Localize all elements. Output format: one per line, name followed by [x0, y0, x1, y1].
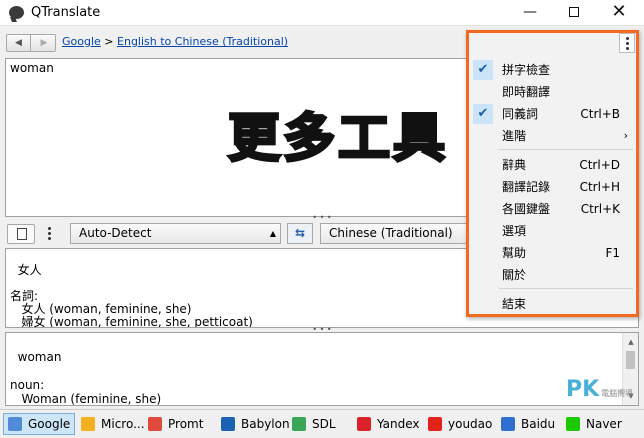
more-tools-menu: ✔ 拼字檢查即時翻譯 ✔ 同義詞 Ctrl+B 進階 › 辭典 Ctrl+D 翻譯記錄 Ctrl+H… [466, 30, 639, 317]
menu-item-label: 幫助 [502, 246, 527, 260]
back-arrow-icon[interactable]: ◀ [7, 35, 31, 51]
service-youdao[interactable]: youdao [423, 413, 495, 435]
menu-item-label: 選項 [502, 224, 527, 238]
menu-item-0[interactable]: ✔ 拼字檢查 [469, 59, 636, 81]
scroll-up-icon[interactable]: ▲ [623, 335, 638, 349]
naver-icon [566, 417, 580, 431]
source-language-select[interactable]: Auto-Detect ▲▼ [70, 223, 281, 257]
menu-item-label: 拼字檢查 [502, 63, 551, 77]
target-language-value: Chinese (Traditional) [329, 226, 453, 240]
babylon-icon [221, 417, 235, 431]
promt-icon [148, 417, 162, 431]
menu-item-label: 結束 [502, 297, 527, 311]
translation-result-text: 女人 名詞: 女人 (woman, feminine, she) 婦女 (wom… [10, 263, 253, 328]
service-yandex[interactable]: Yandex [352, 413, 422, 435]
menu-separator [499, 288, 633, 289]
menu-item-shortcut: Ctrl+H [579, 180, 620, 194]
service-label: Micro... [101, 417, 145, 431]
yandex-icon [357, 417, 371, 431]
bing-icon [81, 417, 95, 431]
service-micro[interactable]: Micro... [76, 413, 145, 435]
document-icon [17, 228, 27, 240]
breadcrumb-service-link[interactable]: Google [62, 35, 101, 48]
back-translation-text: woman noun: Woman (feminine, she) Woman … [10, 350, 162, 406]
menu-item-shortcut: Ctrl+K [580, 202, 620, 216]
new-document-button[interactable] [7, 224, 35, 244]
service-label: Google [28, 417, 71, 431]
service-babylon[interactable]: Babylon [216, 413, 290, 435]
baidu-icon [501, 417, 515, 431]
service-naver[interactable]: Naver [561, 413, 631, 435]
qtranslate-app-icon [9, 6, 24, 19]
source-text: woman [10, 61, 54, 75]
options-dots-icon[interactable] [44, 225, 54, 243]
swap-icon: ⇆ [294, 226, 306, 240]
menu-item-3[interactable]: 進階 › [469, 125, 636, 147]
menu-item-label: 辭典 [502, 158, 527, 172]
title-bar: QTranslate — ✕ [0, 0, 644, 26]
maximize-button[interactable] [552, 0, 596, 26]
watermark-logo: PK 電腦嚮導 [566, 377, 634, 402]
close-button[interactable]: ✕ [597, 0, 641, 26]
breadcrumb-separator: > [104, 35, 114, 48]
service-label: Naver [586, 417, 622, 431]
breadcrumb: Google > English to Chinese (Traditional… [62, 35, 288, 48]
back-translation-area[interactable]: woman noun: Woman (feminine, she) Woman … [5, 332, 639, 406]
forward-arrow-icon[interactable]: ▶ [32, 35, 56, 51]
history-navigation: ◀ ▶ [6, 34, 56, 52]
service-label: Promt [168, 417, 204, 431]
menu-item-2[interactable]: ✔ 同義詞 Ctrl+B [469, 103, 636, 125]
menu-item-7[interactable]: 選項 [469, 220, 636, 242]
checkmark-icon: ✔ [473, 60, 493, 80]
overlay-caption: 更多工具 [226, 108, 449, 171]
menu-item-1[interactable]: 即時翻譯 [469, 81, 636, 103]
menu-item-8[interactable]: 幫助 F1 [469, 242, 636, 264]
menu-item-label: 翻譯記錄 [502, 180, 551, 194]
menu-dots-button[interactable] [619, 33, 635, 53]
youdao-icon [428, 417, 442, 431]
services-bar: Google Micro... Promt Babylon SDL Yandex youda… [0, 409, 644, 438]
menu-separator [499, 149, 633, 150]
maximize-icon [569, 7, 579, 17]
scroll-thumb[interactable] [626, 351, 635, 369]
menu-item-label: 即時翻譯 [502, 85, 551, 99]
submenu-arrow-icon: › [623, 129, 628, 142]
google-icon [8, 417, 22, 431]
service-label: Yandex [377, 417, 420, 431]
minimize-button[interactable]: — [508, 0, 552, 26]
service-google[interactable]: Google [3, 413, 75, 435]
menu-item-5[interactable]: 翻譯記錄 Ctrl+H [469, 176, 636, 198]
menu-item-10[interactable]: 結束 [469, 293, 636, 315]
menu-item-shortcut: Ctrl+B [580, 107, 620, 121]
breadcrumb-direction-link[interactable]: English to Chinese (Traditional) [117, 35, 288, 48]
service-promt[interactable]: Promt [143, 413, 215, 435]
menu-item-shortcut: Ctrl+D [579, 158, 620, 172]
service-baidu[interactable]: Baidu [496, 413, 560, 435]
menu-item-4[interactable]: 辭典 Ctrl+D [469, 154, 636, 176]
menu-item-shortcut: F1 [605, 246, 620, 260]
service-label: youdao [448, 417, 493, 431]
checkmark-icon: ✔ [473, 104, 493, 124]
menu-item-6[interactable]: 各國鍵盤 Ctrl+K [469, 198, 636, 220]
window-title: QTranslate [31, 5, 101, 20]
service-label: SDL [312, 417, 336, 431]
service-sdl[interactable]: SDL [287, 413, 351, 435]
target-language-select[interactable]: Chinese (Traditional) [320, 223, 470, 244]
menu-item-label: 各國鍵盤 [502, 202, 551, 216]
swap-languages-button[interactable]: ⇆ [287, 223, 313, 244]
source-language-value: Auto-Detect [79, 226, 152, 240]
menu-item-9[interactable]: 關於 [469, 264, 636, 286]
menu-item-label: 進階 [502, 129, 527, 143]
menu-item-label: 同義詞 [502, 107, 539, 121]
menu-item-label: 關於 [502, 268, 527, 282]
sdl-icon [292, 417, 306, 431]
service-label: Baidu [521, 417, 556, 431]
service-label: Babylon [241, 417, 290, 431]
